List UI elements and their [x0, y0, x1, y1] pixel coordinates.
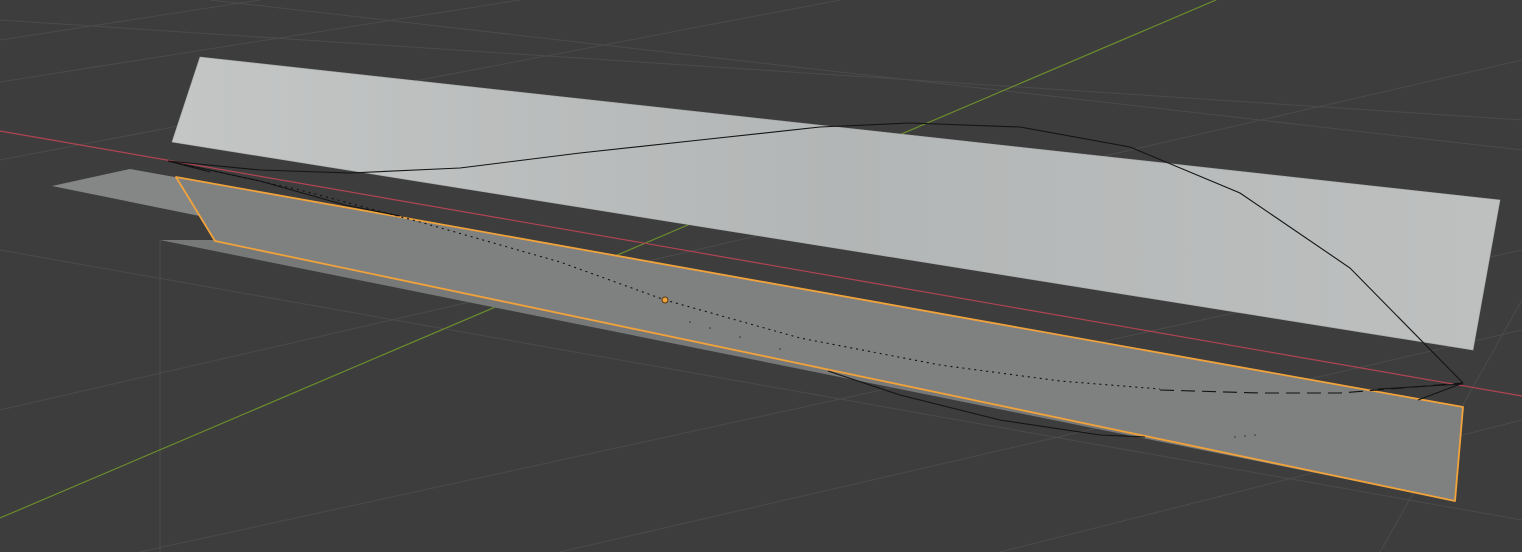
origin-marker[interactable]	[661, 296, 669, 304]
viewport-canvas[interactable]	[0, 0, 1522, 552]
3d-viewport[interactable]	[0, 0, 1522, 552]
